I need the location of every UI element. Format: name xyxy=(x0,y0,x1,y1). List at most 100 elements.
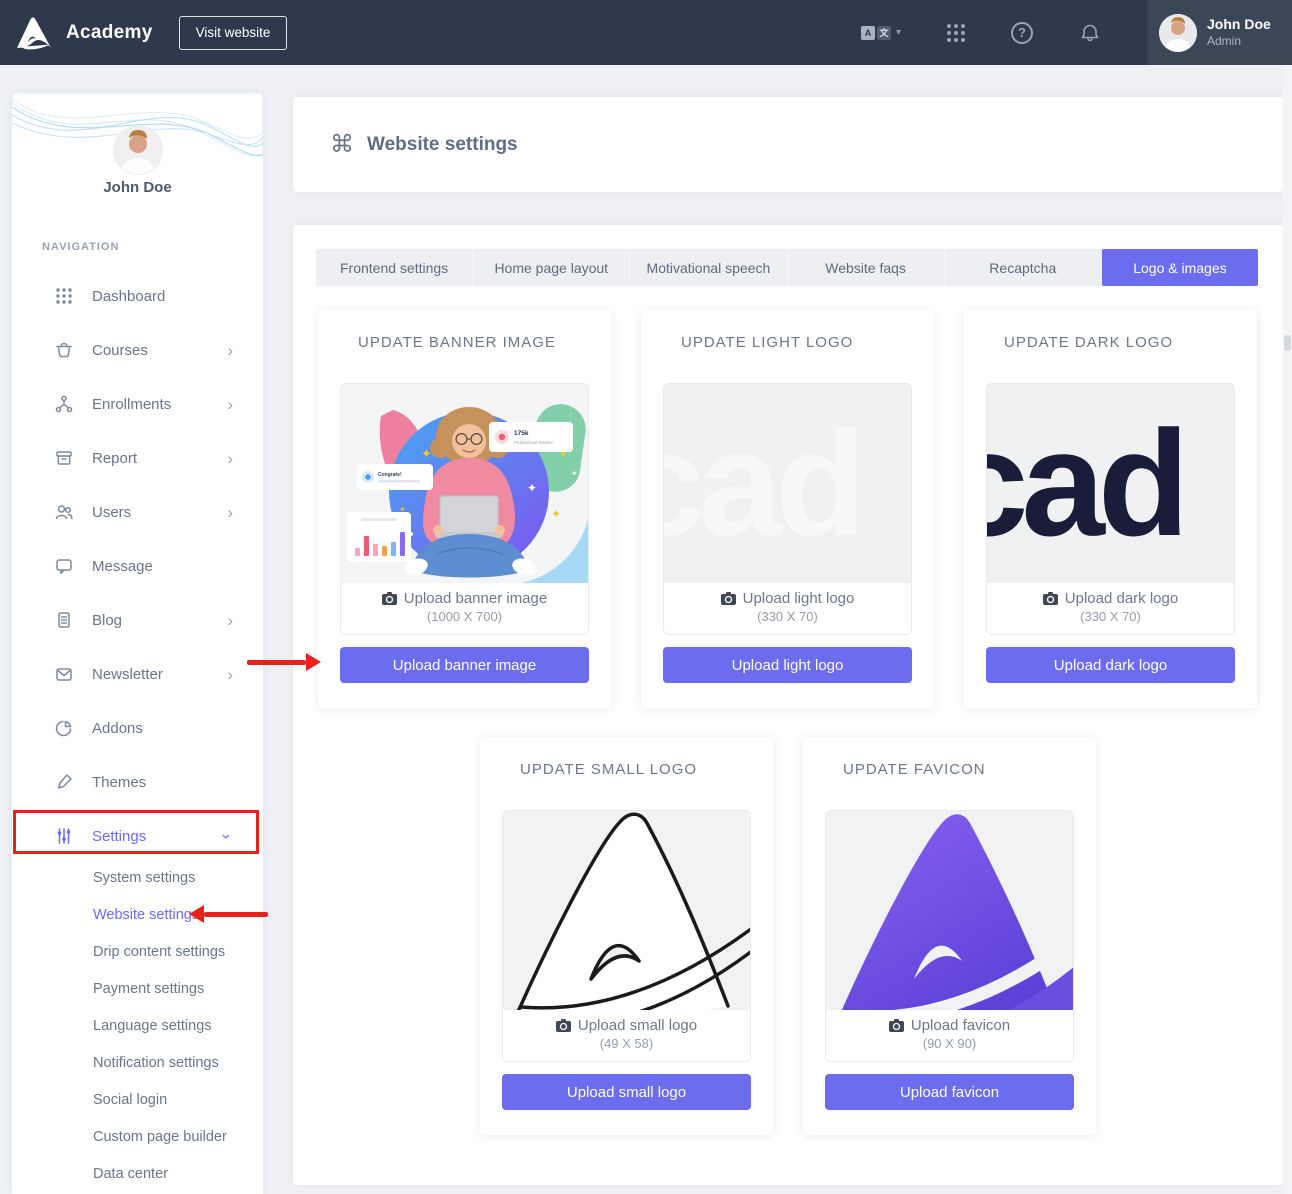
sidebar-item-users[interactable]: Users › xyxy=(12,485,263,539)
settings-submenu: System settings Website settings Drip co… xyxy=(12,859,263,1192)
subitem-system-settings[interactable]: System settings xyxy=(12,859,263,896)
message-icon xyxy=(54,556,74,576)
academy-logo-icon[interactable] xyxy=(15,14,53,52)
tab-home-page-layout[interactable]: Home page layout xyxy=(473,249,630,286)
visit-website-button[interactable]: Visit website xyxy=(179,16,288,50)
sidebar-item-settings[interactable]: Settings › xyxy=(12,809,263,863)
tab-website-faqs[interactable]: Website faqs xyxy=(788,249,945,286)
subitem-social-login[interactable]: Social login xyxy=(12,1081,263,1118)
upload-hint: Upload light logo (330 X 70) xyxy=(664,590,911,635)
newsletter-icon xyxy=(54,664,74,684)
upload-favicon-button[interactable]: Upload favicon xyxy=(825,1074,1074,1110)
sidebar-item-addons[interactable]: Addons xyxy=(12,701,263,755)
upload-light-logo-button[interactable]: Upload light logo xyxy=(663,647,912,683)
banner-chart-card xyxy=(347,512,411,562)
small-logo-preview xyxy=(503,811,750,1010)
subitem-drip-content-settings[interactable]: Drip content settings xyxy=(12,933,263,970)
update-small-logo-card: UPDATE SMALL LOGO Upload small logo (49 … xyxy=(480,737,773,1135)
upload-dimensions: (330 X 70) xyxy=(987,609,1234,624)
sidebar: John Doe NAVIGATION Dashboard Courses › … xyxy=(12,93,263,1194)
favicon-upload-area[interactable]: Upload favicon (90 X 90) xyxy=(825,810,1074,1062)
banner-image-upload-area[interactable]: ✦ ✦ ✦ ✦ ✦ xyxy=(340,383,589,635)
help-button[interactable]: ? xyxy=(1011,22,1033,44)
dark-logo-preview: cad xyxy=(987,384,1234,583)
language-switcher[interactable]: A 文 ▾ xyxy=(861,26,901,40)
scrollbar-thumb[interactable] xyxy=(1284,335,1291,351)
courses-icon xyxy=(54,340,74,360)
dark-logo-upload-area[interactable]: cad Upload dark logo (330 X 70) xyxy=(986,383,1235,635)
chevron-right-icon: › xyxy=(227,342,233,359)
upload-dimensions: (49 X 58) xyxy=(503,1036,750,1051)
card-title: UPDATE SMALL LOGO xyxy=(520,761,697,778)
user-name: John Doe xyxy=(1207,16,1271,34)
topbar: Academy Visit website A 文 ▾ ? xyxy=(0,0,1292,65)
navigation-section-label: NAVIGATION xyxy=(42,241,119,253)
scrollbar-track xyxy=(1283,65,1292,1194)
subitem-language-settings[interactable]: Language settings xyxy=(12,1007,263,1044)
svg-text:✦: ✦ xyxy=(551,507,561,521)
chevron-right-icon: › xyxy=(227,666,233,683)
addons-icon xyxy=(54,718,74,738)
dashboard-icon xyxy=(54,286,74,306)
update-favicon-card: UPDATE FAVICON Upload favicon (90 X xyxy=(803,737,1096,1135)
language-a-icon: A xyxy=(861,26,875,40)
subitem-data-center[interactable]: Data center xyxy=(12,1155,263,1192)
notifications-button[interactable] xyxy=(1079,22,1101,44)
card-title: UPDATE LIGHT LOGO xyxy=(681,334,853,351)
upload-hint: Upload small logo (49 X 58) xyxy=(503,1017,750,1062)
chevron-right-icon: › xyxy=(227,396,233,413)
favicon-preview xyxy=(826,811,1073,1010)
small-logo-upload-area[interactable]: Upload small logo (49 X 58) xyxy=(502,810,751,1062)
chevron-right-icon: › xyxy=(227,450,233,467)
chevron-right-icon: › xyxy=(227,612,233,629)
subitem-payment-settings[interactable]: Payment settings xyxy=(12,970,263,1007)
sidebar-avatar xyxy=(114,126,162,174)
sidebar-item-report[interactable]: Report › xyxy=(12,431,263,485)
page-header: ⌘ Website settings xyxy=(293,97,1283,192)
apps-grid-icon[interactable] xyxy=(947,24,965,42)
subitem-website-settings[interactable]: Website settings xyxy=(12,896,263,933)
card-title: UPDATE DARK LOGO xyxy=(1004,334,1173,351)
bell-icon xyxy=(1079,22,1101,44)
sidebar-item-dashboard[interactable]: Dashboard xyxy=(12,269,263,323)
upload-hint: Upload dark logo (330 X 70) xyxy=(987,590,1234,635)
upload-banner-image-button[interactable]: Upload banner image xyxy=(340,647,589,683)
command-icon: ⌘ xyxy=(330,130,354,159)
sidebar-item-enrollments[interactable]: Enrollments › xyxy=(12,377,263,431)
banner-illustration: ✦ ✦ ✦ ✦ ✦ xyxy=(341,384,588,583)
update-light-logo-card: UPDATE LIGHT LOGO cad Upload light logo … xyxy=(641,310,934,708)
upload-hint: Upload favicon (90 X 90) xyxy=(826,1017,1073,1062)
sidebar-item-message[interactable]: Message xyxy=(12,539,263,593)
settings-icon xyxy=(54,826,74,846)
svg-text:175k: 175k xyxy=(514,430,529,437)
enrollments-icon xyxy=(54,394,74,414)
upload-dimensions: (1000 X 700) xyxy=(341,609,588,624)
chevron-down-icon: ▾ xyxy=(896,27,901,38)
svg-text:✦: ✦ xyxy=(527,481,537,495)
banner-congrats-card: Congrats! xyxy=(357,464,433,490)
sidebar-item-themes[interactable]: Themes xyxy=(12,755,263,809)
upload-dimensions: (330 X 70) xyxy=(664,609,911,624)
upload-dark-logo-button[interactable]: Upload dark logo xyxy=(986,647,1235,683)
upload-hint: Upload banner image (1000 X 700) xyxy=(341,590,588,635)
card-title: UPDATE FAVICON xyxy=(843,761,986,778)
tab-motivational-speech[interactable]: Motivational speech xyxy=(630,249,787,286)
sidebar-item-courses[interactable]: Courses › xyxy=(12,323,263,377)
upload-dimensions: (90 X 90) xyxy=(826,1036,1073,1051)
card-title: UPDATE BANNER IMAGE xyxy=(358,334,556,351)
sidebar-item-newsletter[interactable]: Newsletter › xyxy=(12,647,263,701)
blog-icon xyxy=(54,610,74,630)
light-logo-upload-area[interactable]: cad Upload light logo (330 X 70) xyxy=(663,383,912,635)
svg-text:✦: ✦ xyxy=(571,469,578,478)
avatar xyxy=(1159,14,1197,52)
tab-recaptcha[interactable]: Recaptcha xyxy=(945,249,1102,286)
subitem-custom-page-builder[interactable]: Custom page builder xyxy=(12,1118,263,1155)
subitem-notification-settings[interactable]: Notification settings xyxy=(12,1044,263,1081)
language-translate-icon: 文 xyxy=(877,26,891,40)
sidebar-item-blog[interactable]: Blog › xyxy=(12,593,263,647)
camera-icon xyxy=(721,592,736,605)
user-menu[interactable]: John Doe Admin xyxy=(1147,0,1292,65)
tab-logo-images[interactable]: Logo & images xyxy=(1102,249,1258,286)
upload-small-logo-button[interactable]: Upload small logo xyxy=(502,1074,751,1110)
tab-frontend-settings[interactable]: Frontend settings xyxy=(316,249,473,286)
